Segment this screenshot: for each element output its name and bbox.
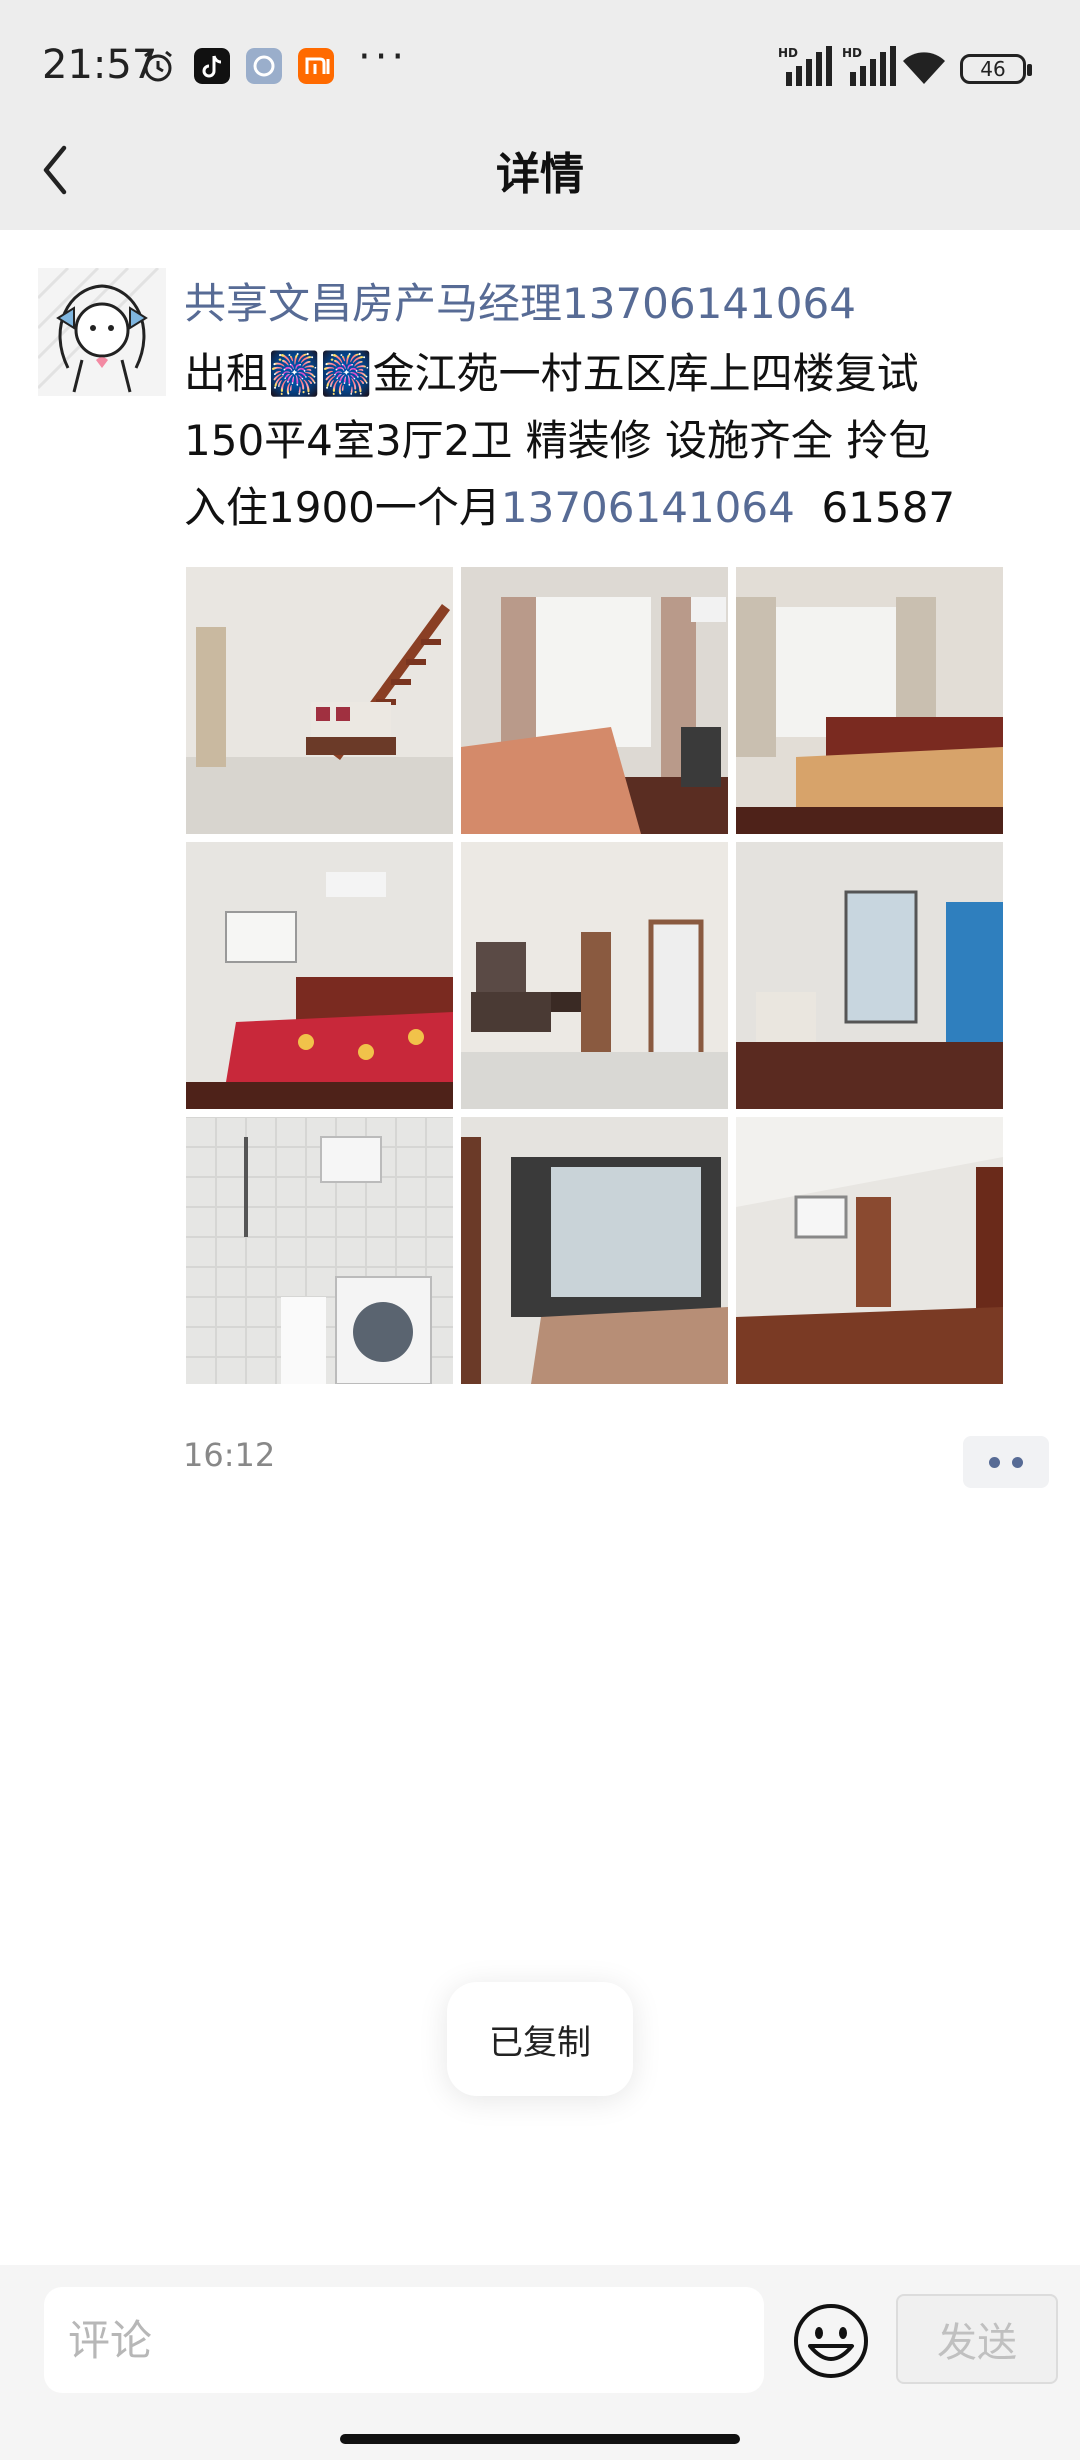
photo-bedroom-red-bed[interactable] xyxy=(186,842,453,1109)
post-text-line: 150平4室3厅2卫 精装修 设施齐全 拎包 xyxy=(184,416,931,465)
post-time: 16:12 xyxy=(183,1436,276,1474)
photo-grid xyxy=(186,567,1004,1384)
post-text-line: 入住1900一个月13706141064 61587 xyxy=(184,474,1044,541)
home-indicator[interactable] xyxy=(340,2434,740,2444)
post-text: 出租🎆🎆金江苑一村五区库上四楼复试 150平4室3厅2卫 精装修 设施齐全 拎包… xyxy=(184,340,1044,541)
battery-icon: 46 xyxy=(960,54,1032,84)
page-title: 详情 xyxy=(496,149,584,200)
post-author[interactable]: 共享文昌房产马经理13706141064 xyxy=(184,270,856,331)
more-options-button[interactable] xyxy=(963,1436,1049,1488)
photo-kitchen-dining[interactable] xyxy=(461,1117,728,1384)
avatar[interactable] xyxy=(38,268,166,396)
tiktok-icon xyxy=(194,48,230,84)
more-dot-icon xyxy=(989,1456,1000,1468)
xiaomi-icon xyxy=(298,48,334,84)
phone-link[interactable]: 13706141064 xyxy=(501,483,795,532)
signal-icon xyxy=(786,46,832,86)
photo-empty-room[interactable] xyxy=(736,842,1003,1109)
alarm-icon xyxy=(144,50,172,82)
comment-input[interactable] xyxy=(44,2287,764,2393)
photo-attic-room[interactable] xyxy=(736,1117,1003,1384)
photo-hallway[interactable] xyxy=(461,842,728,1109)
copied-toast: 已复制 xyxy=(447,1982,633,2096)
signal-icon-2 xyxy=(850,46,896,86)
post-text-line: 出租🎆🎆金江苑一村五区库上四楼复试 xyxy=(184,349,919,398)
more-notifications: ··· xyxy=(358,34,409,80)
app-icon xyxy=(246,48,282,84)
post-text-segment: 入住1900一个月 xyxy=(184,483,501,532)
photo-bedroom-balcony[interactable] xyxy=(461,567,728,834)
more-dot-icon xyxy=(1012,1456,1023,1468)
photo-bedroom-window[interactable] xyxy=(736,567,1003,834)
wifi-icon xyxy=(903,52,945,84)
status-bar: 21:57 ··· HD HD 46 xyxy=(0,0,1080,135)
photo-living-room-stairs[interactable] xyxy=(186,567,453,834)
emoji-icon[interactable] xyxy=(792,2302,870,2380)
send-button[interactable]: 发送 xyxy=(896,2294,1058,2384)
photo-bathroom[interactable] xyxy=(186,1117,453,1384)
post-text-segment: 61587 xyxy=(794,483,956,532)
